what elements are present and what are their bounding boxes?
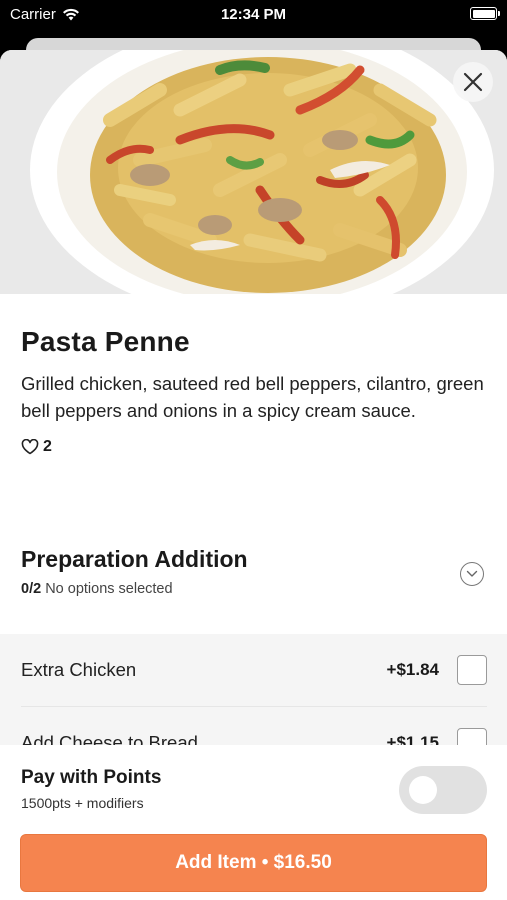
battery-icon <box>470 7 500 20</box>
like-button[interactable]: 2 <box>21 438 486 456</box>
status-bar: Carrier 12:34 PM <box>0 0 507 30</box>
chevron-down-icon[interactable] <box>460 562 484 586</box>
item-photo <box>0 50 507 294</box>
section-subtitle: 0/2 No options selected <box>21 581 486 597</box>
option-name: Extra Chicken <box>21 659 137 680</box>
selection-status: No options selected <box>45 581 173 597</box>
section-title: Preparation Addition <box>21 546 248 572</box>
item-info: Pasta Penne Grilled chicken, sauteed red… <box>21 326 486 456</box>
like-count: 2 <box>43 438 52 455</box>
item-detail-sheet: Pasta Penne Grilled chicken, sauteed red… <box>0 50 507 900</box>
status-time: 12:34 PM <box>220 6 287 23</box>
item-description: Grilled chicken, sauteed red bell pepper… <box>21 373 484 421</box>
preparation-addition-header[interactable]: Preparation Addition 0/2 No options sele… <box>21 546 486 597</box>
add-item-button[interactable]: Add Item • $16.50 <box>20 834 487 892</box>
points-toggle[interactable] <box>399 766 487 814</box>
points-title: Pay with Points <box>21 767 162 788</box>
points-subtitle: 1500pts + modifiers <box>21 795 144 811</box>
pay-with-points: Pay with Points 1500pts + modifiers <box>21 767 161 811</box>
option-price: +$1.84 <box>386 660 439 679</box>
selection-count: 0/2 <box>21 581 42 597</box>
toggle-knob <box>409 776 437 804</box>
heart-icon <box>21 439 39 455</box>
option-checkbox[interactable] <box>457 655 487 685</box>
close-icon <box>463 72 483 92</box>
option-row[interactable]: Extra Chicken +$1.84 <box>21 634 487 706</box>
item-title: Pasta Penne <box>21 326 190 357</box>
bottom-bar: Pay with Points 1500pts + modifiers Add … <box>0 745 507 900</box>
close-button[interactable] <box>453 62 493 102</box>
